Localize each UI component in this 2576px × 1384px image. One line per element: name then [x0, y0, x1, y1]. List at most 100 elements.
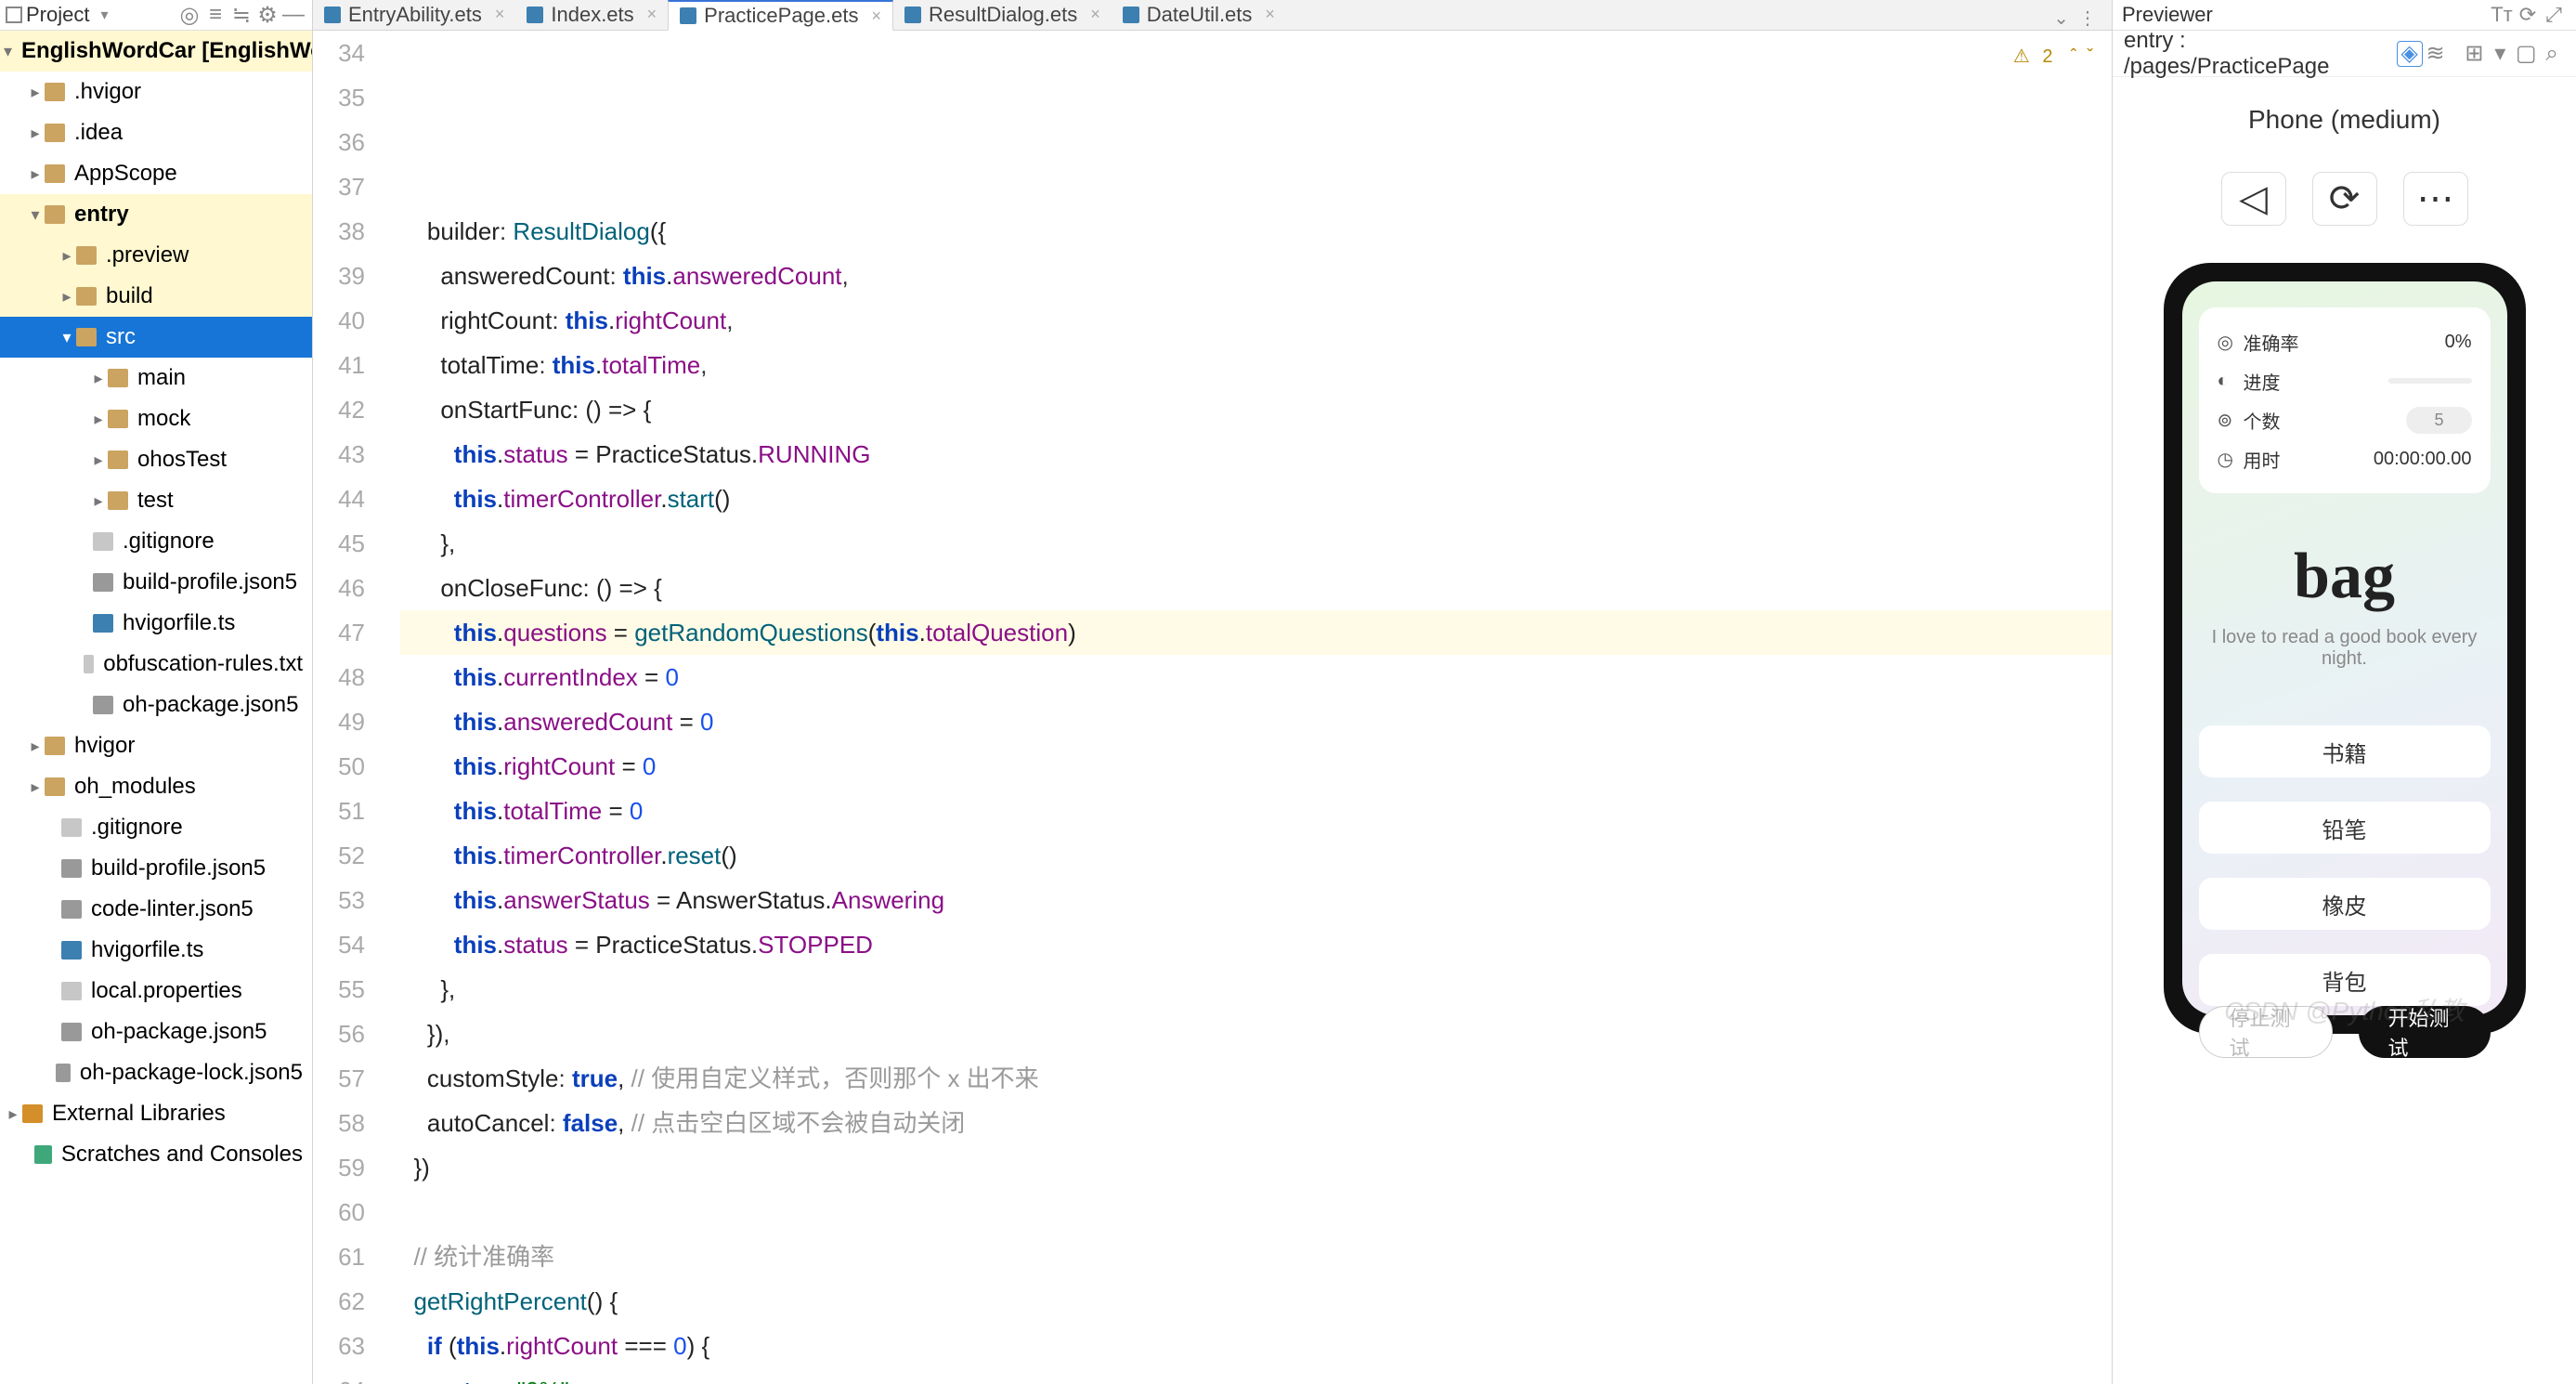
- project-label: Project: [26, 3, 89, 27]
- previewer-title: Previewer: [2122, 3, 2213, 27]
- fold-gutter[interactable]: [378, 31, 393, 1384]
- folder-icon: [45, 777, 65, 796]
- tree-item[interactable]: local.properties: [0, 971, 312, 1012]
- tree-item[interactable]: obfuscation-rules.txt: [0, 644, 312, 685]
- fullscreen-icon[interactable]: ▢: [2513, 41, 2539, 67]
- previewer-panel: Previewer Tᴛ ⟳ ⤢ entry : /pages/Practice…: [2112, 0, 2576, 1384]
- locate-icon[interactable]: ◎: [176, 2, 202, 28]
- answer-options: 书籍铅笔橡皮背包: [2199, 725, 2491, 1006]
- close-icon[interactable]: ×: [495, 5, 505, 24]
- tree-item[interactable]: oh-package-lock.json5: [0, 1052, 312, 1093]
- tree-item-entry[interactable]: ▾entry: [0, 194, 312, 235]
- project-header: Project ▾ ◎ ≡ ≒ ⚙ —: [0, 0, 312, 31]
- start-button[interactable]: 开始测试: [2359, 1006, 2491, 1058]
- editor-area: EntryAbility.ets×Index.ets×PracticePage.…: [313, 0, 2112, 1384]
- close-icon[interactable]: ×: [1265, 5, 1275, 24]
- back-button[interactable]: ◁: [2221, 172, 2286, 226]
- tree-item[interactable]: oh-package.json5: [0, 1012, 312, 1052]
- folder-icon: [76, 328, 97, 346]
- tree-item[interactable]: build-profile.json5: [0, 562, 312, 603]
- phone-screen[interactable]: ◎准确率0% ◐进度 ⊚个数5 ◷用时00:00:00.00 bag I lov…: [2182, 281, 2507, 1015]
- file-icon: [61, 1023, 82, 1041]
- chevron-down-icon[interactable]: ▾: [2487, 41, 2513, 67]
- close-icon[interactable]: ×: [871, 7, 881, 26]
- text-size-icon[interactable]: Tᴛ: [2489, 2, 2515, 28]
- answer-option[interactable]: 橡皮: [2199, 878, 2491, 930]
- code-content[interactable]: ⚠ 2 ˆ ˇ builder: ResultDialog({ answered…: [393, 31, 2112, 1384]
- tree-item[interactable]: .gitignore: [0, 521, 312, 562]
- stop-button[interactable]: 停止测试: [2199, 1006, 2333, 1058]
- editor-tab[interactable]: ResultDialog.ets ×: [893, 0, 1112, 30]
- tree-item[interactable]: ▸.idea: [0, 112, 312, 153]
- tree-item[interactable]: ▸build: [0, 276, 312, 317]
- tree-item[interactable]: oh-package.json5: [0, 685, 312, 725]
- tree-item[interactable]: build-profile.json5: [0, 848, 312, 889]
- hide-icon[interactable]: —: [280, 2, 306, 28]
- line-gutter: 3435363738394041424344454647484950515253…: [313, 31, 378, 1384]
- preview-canvas: Phone (medium) ◁ ⟳ ⋯ ◎准确率0% ◐进度 ⊚个数5 ◷用时…: [2113, 77, 2576, 1384]
- file-icon: [61, 982, 82, 1000]
- editor-tab[interactable]: DateUtil.ets×: [1112, 0, 1286, 30]
- expand-icon[interactable]: ⤢: [2541, 2, 2567, 28]
- tree-item[interactable]: .gitignore: [0, 807, 312, 848]
- ets-file-icon: [527, 7, 543, 23]
- tree-item[interactable]: ▸mock: [0, 398, 312, 439]
- tree-item[interactable]: ▸test: [0, 480, 312, 521]
- kebab-icon[interactable]: ⋮: [2078, 7, 2097, 30]
- chevron-down-icon[interactable]: ⌄: [2053, 7, 2069, 30]
- folder-icon: [45, 205, 65, 224]
- answer-option[interactable]: 书籍: [2199, 725, 2491, 777]
- tree-item[interactable]: ▸ohosTest: [0, 439, 312, 480]
- editor-tab[interactable]: PracticePage.ets×: [668, 0, 893, 31]
- layers-icon[interactable]: ≋: [2423, 41, 2449, 67]
- tree-item[interactable]: hvigorfile.ts: [0, 930, 312, 971]
- folder-icon: [108, 369, 128, 387]
- tree-item[interactable]: ▸oh_modules: [0, 766, 312, 807]
- tree-root[interactable]: ▾EnglishWordCar [EnglishWordCard]~/zdp/z…: [0, 31, 312, 72]
- preview-entry-path: entry : /pages/PracticePage: [2124, 28, 2397, 80]
- search-icon[interactable]: ⌕: [2539, 41, 2565, 67]
- preview-entry-bar: entry : /pages/PracticePage ◈ ≋ ⊞ ▾ ▢ ⌕: [2113, 31, 2576, 77]
- ets-file-icon: [680, 7, 696, 24]
- close-icon[interactable]: ×: [647, 5, 657, 24]
- gear-icon[interactable]: ⚙: [254, 2, 280, 28]
- ets-file-icon: [324, 7, 341, 23]
- target-icon: ◎: [2218, 331, 2244, 354]
- ets-file-icon: [904, 7, 921, 23]
- tree-item-src[interactable]: ▾src: [0, 317, 312, 358]
- clock-icon: ◷: [2218, 448, 2244, 471]
- tree-item[interactable]: Scratches and Consoles: [0, 1134, 312, 1175]
- tab-label: ResultDialog.ets: [929, 3, 1077, 27]
- refresh-icon[interactable]: ⟳: [2515, 2, 2541, 28]
- scratch-icon: [34, 1145, 52, 1164]
- stats-card: ◎准确率0% ◐进度 ⊚个数5 ◷用时00:00:00.00: [2199, 307, 2491, 493]
- collapse-icon[interactable]: ≒: [228, 2, 254, 28]
- practice-sentence: I love to read a good book every night.: [2199, 627, 2491, 670]
- tree-item[interactable]: ▸main: [0, 358, 312, 398]
- tree-item[interactable]: ▸.preview: [0, 235, 312, 276]
- count-pill[interactable]: 5: [2406, 407, 2471, 434]
- editor-tab[interactable]: Index.ets×: [515, 0, 668, 30]
- tree-item[interactable]: ▸hvigor: [0, 725, 312, 766]
- project-tree[interactable]: ▾EnglishWordCar [EnglishWordCard]~/zdp/z…: [0, 31, 312, 1384]
- expand-icon[interactable]: ≡: [202, 2, 228, 28]
- tree-item[interactable]: code-linter.json5: [0, 889, 312, 930]
- editor-tab[interactable]: EntryAbility.ets×: [313, 0, 515, 30]
- tree-item[interactable]: ▸.hvigor: [0, 72, 312, 112]
- lib-icon: [22, 1104, 43, 1123]
- rotate-button[interactable]: ⟳: [2312, 172, 2377, 226]
- grid-icon[interactable]: ⊞: [2461, 41, 2487, 67]
- more-button[interactable]: ⋯: [2403, 172, 2468, 226]
- answer-option[interactable]: 铅笔: [2199, 802, 2491, 854]
- tree-item[interactable]: ▸External Libraries: [0, 1093, 312, 1134]
- tree-item[interactable]: hvigorfile.ts: [0, 603, 312, 644]
- progress-bar: [2388, 378, 2472, 384]
- tree-item[interactable]: ▸AppScope: [0, 153, 312, 194]
- close-icon[interactable]: ×: [1090, 5, 1100, 24]
- code-editor[interactable]: 3435363738394041424344454647484950515253…: [313, 31, 2112, 1384]
- answer-option[interactable]: 背包: [2199, 954, 2491, 1006]
- inspection-badge[interactable]: ⚠ 2 ˆ ˇ: [2013, 34, 2093, 79]
- inspect-icon[interactable]: ◈: [2397, 41, 2423, 67]
- file-icon: [93, 573, 113, 592]
- project-dropdown-icon[interactable]: ▾: [100, 6, 108, 24]
